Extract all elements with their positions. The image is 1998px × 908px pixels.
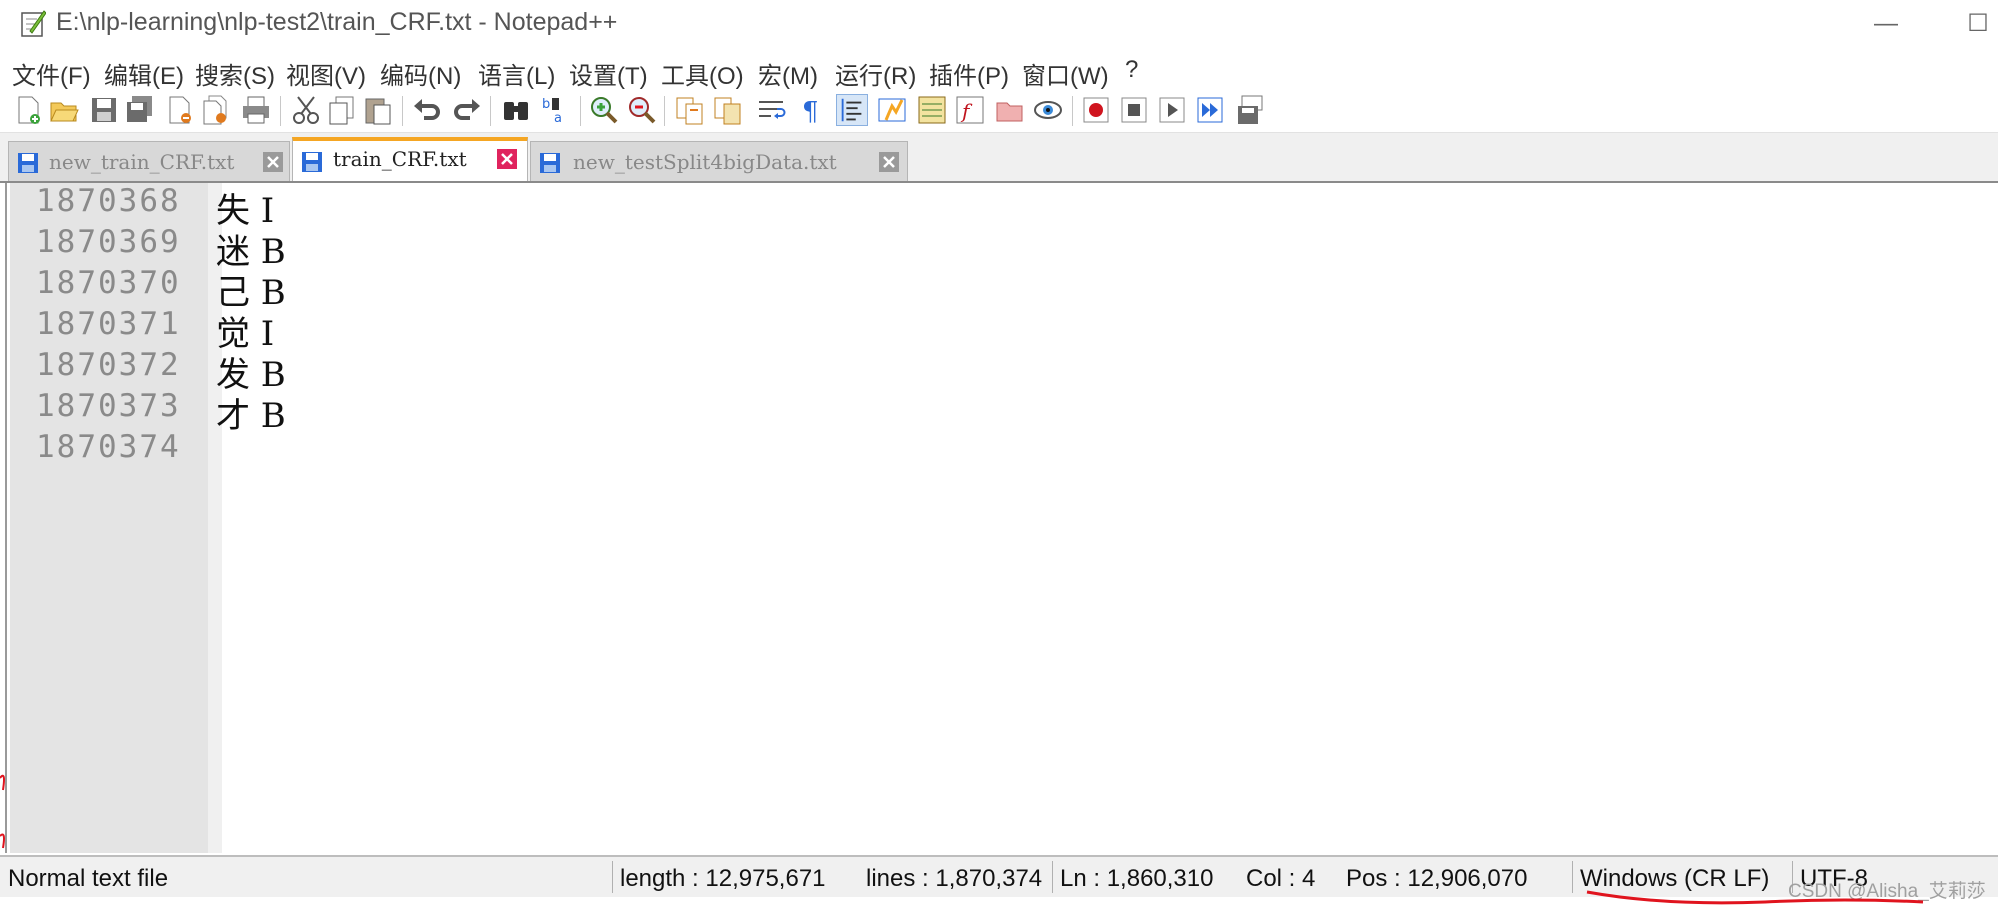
folder-as-workspace-icon[interactable]	[994, 94, 1026, 126]
menu-encoding[interactable]: 编码(N)	[380, 56, 461, 91]
status-separator	[1052, 861, 1053, 893]
svg-text:a: a	[554, 111, 562, 126]
toolbar: ba ¶ f	[0, 90, 1998, 133]
line-number: 1870374	[36, 429, 181, 465]
menu-tools[interactable]: 工具(O)	[661, 56, 744, 91]
paste-icon[interactable]	[362, 94, 394, 126]
zoom-out-icon[interactable]	[626, 94, 658, 126]
tab-new-testsplit4bigdata[interactable]: new_testSplit4bigData.txt	[530, 141, 908, 181]
menu-bar: 文件(F) 编辑(E) 搜索(S) 视图(V) 编码(N) 语言(L) 设置(T…	[0, 54, 1998, 90]
word-wrap-icon[interactable]	[756, 94, 788, 126]
tab-bar: new_train_CRF.txt train_CRF.txt new_test…	[0, 133, 1998, 183]
save-icon[interactable]	[88, 94, 120, 126]
tab-label: new_testSplit4bigData.txt	[573, 150, 837, 174]
notepad-plus-plus-icon	[21, 10, 46, 37]
editor-area[interactable]: 1870368 失 I 1870369 迷 B 1870370 己 B 1870…	[10, 183, 1998, 853]
monitor-icon[interactable]	[1032, 94, 1064, 126]
editor-line: 1870369 迷 B	[10, 224, 1998, 272]
close-icon[interactable]	[164, 94, 196, 126]
replace-icon[interactable]: ba	[540, 94, 572, 126]
close-all-icon[interactable]	[200, 94, 232, 126]
udl-icon[interactable]	[876, 94, 908, 126]
status-length: length : 12,975,671	[620, 865, 826, 892]
sync-vertical-icon[interactable]	[674, 94, 706, 126]
stop-record-icon[interactable]	[1118, 94, 1150, 126]
toolbar-separator	[280, 96, 281, 126]
tab-close-icon[interactable]	[497, 149, 517, 169]
menu-edit[interactable]: 编辑(E)	[104, 56, 184, 91]
new-file-icon[interactable]	[12, 94, 44, 126]
function-list-icon[interactable]: f	[954, 94, 986, 126]
saved-file-icon	[302, 152, 322, 172]
menu-view[interactable]: 视图(V)	[286, 56, 366, 91]
status-file-type: Normal text file	[8, 865, 169, 892]
saved-file-icon	[18, 153, 38, 173]
menu-help[interactable]: ?	[1125, 56, 1138, 84]
doc-map-icon[interactable]	[916, 94, 948, 126]
record-macro-icon[interactable]	[1080, 94, 1112, 126]
editor-line: 1870374	[10, 429, 1998, 470]
save-macro-icon[interactable]	[1234, 94, 1266, 126]
tab-label: train_CRF.txt	[333, 147, 467, 171]
editor-line: 1870373 才 B	[10, 388, 1998, 436]
editor-line: 1870372 发 B	[10, 347, 1998, 395]
status-pos: Pos : 12,906,070	[1346, 865, 1528, 892]
line-number: 1870369	[36, 224, 181, 260]
minimize-button[interactable]: —	[1866, 6, 1906, 42]
line-number: 1870372	[36, 347, 181, 383]
saved-file-icon	[540, 153, 560, 173]
line-number: 1870368	[36, 183, 181, 219]
tab-close-icon[interactable]	[879, 152, 899, 172]
title-bar: E:\nlp-learning\nlp-test2\train_CRF.txt …	[0, 0, 1998, 50]
toolbar-separator	[1072, 96, 1073, 126]
status-separator	[1572, 861, 1573, 893]
maximize-button[interactable]: ☐	[1958, 6, 1998, 42]
toolbar-separator	[490, 96, 491, 126]
menu-settings[interactable]: 设置(T)	[569, 56, 648, 91]
tab-close-icon[interactable]	[263, 152, 283, 172]
svg-text:¶: ¶	[802, 97, 819, 126]
indent-guide-icon[interactable]	[836, 94, 868, 126]
line-number: 1870370	[36, 265, 181, 301]
line-number: 1870373	[36, 388, 181, 424]
cut-icon[interactable]	[290, 94, 322, 126]
menu-window[interactable]: 窗口(W)	[1022, 56, 1109, 91]
editor-line: 1870371 觉 I	[10, 306, 1998, 354]
line-number: 1870371	[36, 306, 181, 342]
show-all-chars-icon[interactable]: ¶	[796, 94, 828, 126]
status-ln: Ln : 1,860,310	[1060, 865, 1214, 892]
save-all-icon[interactable]	[124, 94, 156, 126]
tab-label: new_train_CRF.txt	[49, 150, 235, 174]
window-title: E:\nlp-learning\nlp-test2\train_CRF.txt …	[56, 8, 618, 36]
sync-horizontal-icon[interactable]	[712, 94, 744, 126]
menu-macro[interactable]: 宏(M)	[758, 56, 818, 91]
undo-icon[interactable]	[412, 94, 444, 126]
menu-search[interactable]: 搜索(S)	[195, 56, 275, 91]
status-separator	[612, 861, 613, 893]
play-macro-icon[interactable]	[1156, 94, 1188, 126]
open-file-icon[interactable]	[48, 94, 80, 126]
status-lines: lines : 1,870,374	[866, 865, 1043, 892]
run-macro-multiple-icon[interactable]	[1194, 94, 1226, 126]
red-underline-annotation	[1586, 890, 1924, 905]
copy-icon[interactable]	[326, 94, 358, 126]
svg-text:b: b	[542, 97, 550, 112]
status-col: Col : 4	[1246, 865, 1316, 892]
zoom-in-icon[interactable]	[588, 94, 620, 126]
menu-run[interactable]: 运行(R)	[835, 56, 916, 91]
print-icon[interactable]	[240, 94, 272, 126]
toolbar-separator	[580, 96, 581, 126]
tab-new-train-crf[interactable]: new_train_CRF.txt	[8, 141, 290, 181]
redo-icon[interactable]	[450, 94, 482, 126]
menu-plugins[interactable]: 插件(P)	[929, 56, 1009, 91]
toolbar-separator	[664, 96, 665, 126]
editor-line: 1870370 己 B	[10, 265, 1998, 313]
toolbar-separator	[402, 96, 403, 126]
find-icon[interactable]	[500, 94, 532, 126]
menu-file[interactable]: 文件(F)	[12, 56, 91, 91]
menu-language[interactable]: 语言(L)	[478, 56, 555, 91]
tab-train-crf[interactable]: train_CRF.txt	[292, 137, 528, 181]
editor-line: 1870368 失 I	[10, 183, 1998, 231]
